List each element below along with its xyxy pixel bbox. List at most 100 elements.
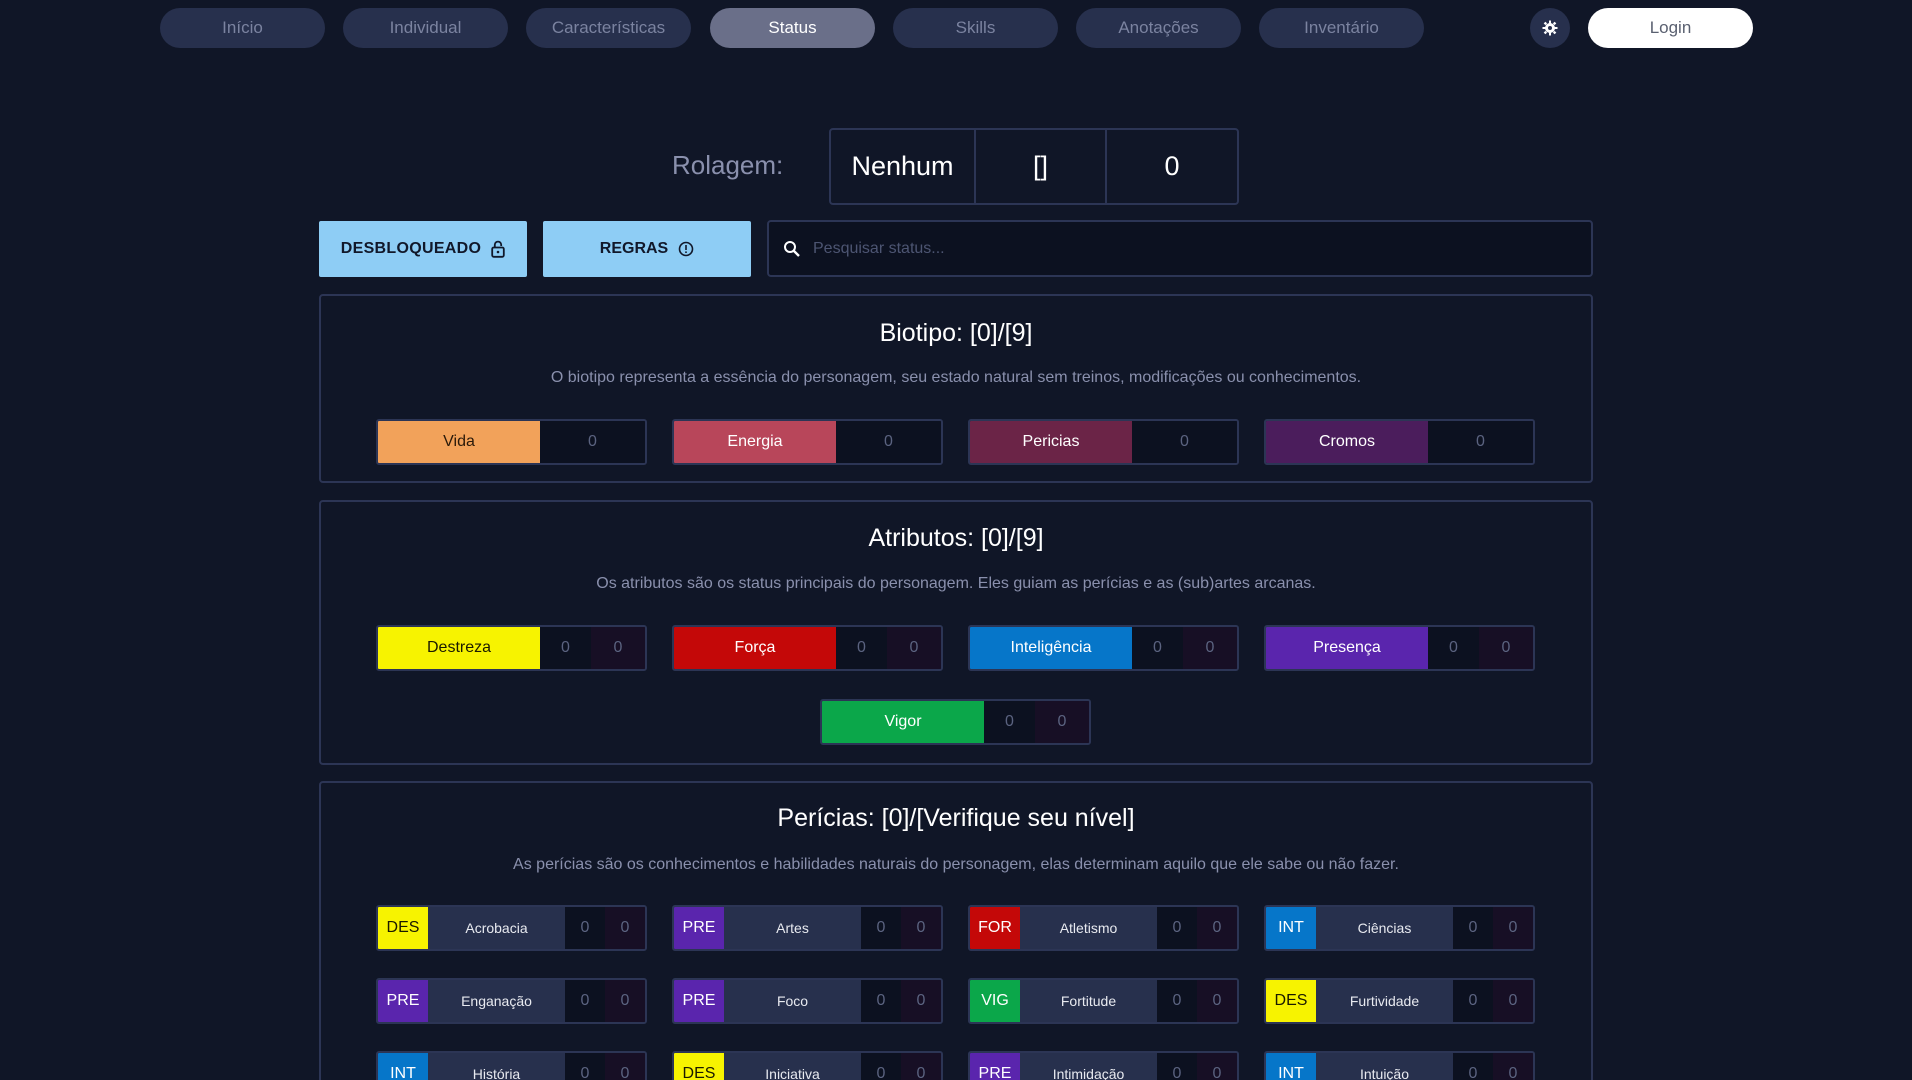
top-nav: Início Individual Características Status… <box>0 0 1912 56</box>
skill-bonus-input[interactable]: 0 <box>901 1053 941 1080</box>
skill-value-input[interactable]: 0 <box>1157 1053 1197 1080</box>
skill-enganacao: PRE Enganação 0 0 <box>376 978 647 1024</box>
login-button[interactable]: Login <box>1588 8 1753 48</box>
info-icon <box>678 241 694 257</box>
attribute-bonus-input[interactable]: 0 <box>1035 701 1089 743</box>
tab-inventario[interactable]: Inventário <box>1259 8 1424 48</box>
pericias-section: Perícias: [0]/[Verifique seu nível] As p… <box>319 781 1593 1080</box>
skill-bonus-input[interactable]: 0 <box>605 980 645 1022</box>
skill-name: Iniciativa <box>724 1053 861 1080</box>
skill-intuicao: INT Intuição 0 0 <box>1264 1051 1535 1080</box>
roll-dice: [] <box>976 130 1107 203</box>
tab-inicio[interactable]: Início <box>160 8 325 48</box>
stat-vida: Vida 0 <box>376 419 647 465</box>
attribute-label: Destreza <box>378 627 540 669</box>
skill-name: Fortitude <box>1020 980 1157 1022</box>
skill-attribute-tag: VIG <box>970 980 1020 1022</box>
attribute-bonus-input[interactable]: 0 <box>591 627 645 669</box>
skill-attribute-tag: PRE <box>674 907 724 949</box>
skill-ciencias: INT Ciências 0 0 <box>1264 905 1535 951</box>
skill-bonus-input[interactable]: 0 <box>605 1053 645 1080</box>
skill-value-input[interactable]: 0 <box>1453 1053 1493 1080</box>
biotipo-description: O biotipo representa a essência do perso… <box>550 369 1362 386</box>
skill-bonus-input[interactable]: 0 <box>1493 980 1533 1022</box>
skill-value-input[interactable]: 0 <box>861 1053 901 1080</box>
attribute-label: Força <box>674 627 836 669</box>
skill-value-input[interactable]: 0 <box>565 907 605 949</box>
skill-attribute-tag: INT <box>378 1053 428 1080</box>
roll-type: Nenhum <box>831 130 976 203</box>
skill-name: Artes <box>724 907 861 949</box>
skill-name: Acrobacia <box>428 907 565 949</box>
skill-attribute-tag: INT <box>1266 1053 1316 1080</box>
skill-bonus-input[interactable]: 0 <box>1197 980 1237 1022</box>
skill-attribute-tag: PRE <box>378 980 428 1022</box>
attribute-label: Presença <box>1266 627 1428 669</box>
skill-bonus-input[interactable]: 0 <box>1493 907 1533 949</box>
lock-toggle-button[interactable]: DESBLOQUEADO <box>319 221 527 277</box>
skill-bonus-input[interactable]: 0 <box>901 980 941 1022</box>
stat-label: Energia <box>674 421 836 463</box>
settings-button[interactable] <box>1530 8 1570 48</box>
attribute-value-input[interactable]: 0 <box>984 701 1035 743</box>
skill-name: Furtividade <box>1316 980 1453 1022</box>
stat-value-input[interactable]: 0 <box>540 421 645 463</box>
attribute-value-input[interactable]: 0 <box>1428 627 1479 669</box>
skill-value-input[interactable]: 0 <box>1453 980 1493 1022</box>
skill-name: Intuição <box>1316 1053 1453 1080</box>
skill-attribute-tag: DES <box>1266 980 1316 1022</box>
lock-button-label: DESBLOQUEADO <box>340 240 482 257</box>
skill-value-input[interactable]: 0 <box>1157 980 1197 1022</box>
skill-value-input[interactable]: 0 <box>1453 907 1493 949</box>
skill-value-input[interactable]: 0 <box>1157 907 1197 949</box>
skill-bonus-input[interactable]: 0 <box>1493 1053 1533 1080</box>
tab-individual[interactable]: Individual <box>343 8 508 48</box>
skill-attribute-tag: INT <box>1266 907 1316 949</box>
stat-value-input[interactable]: 0 <box>836 421 941 463</box>
stat-value-input[interactable]: 0 <box>1132 421 1237 463</box>
attribute-bonus-input[interactable]: 0 <box>887 627 941 669</box>
skill-artes: PRE Artes 0 0 <box>672 905 943 951</box>
skill-name: Foco <box>724 980 861 1022</box>
skill-name: Enganação <box>428 980 565 1022</box>
search-box[interactable] <box>767 220 1593 277</box>
skill-name: Ciências <box>1316 907 1453 949</box>
skill-bonus-input[interactable]: 0 <box>901 907 941 949</box>
skill-bonus-input[interactable]: 0 <box>1197 907 1237 949</box>
tab-skills[interactable]: Skills <box>893 8 1058 48</box>
rules-button[interactable]: REGRAS <box>543 221 751 277</box>
tab-anotacoes[interactable]: Anotações <box>1076 8 1241 48</box>
attribute-value-input[interactable]: 0 <box>836 627 887 669</box>
skill-bonus-input[interactable]: 0 <box>1197 1053 1237 1080</box>
atributos-description: Os atributos são os status principais do… <box>596 575 1316 592</box>
attribute-bonus-input[interactable]: 0 <box>1479 627 1533 669</box>
attribute-value-input[interactable]: 0 <box>1132 627 1183 669</box>
skill-name: História <box>428 1053 565 1080</box>
skill-atletismo: FOR Atletismo 0 0 <box>968 905 1239 951</box>
skill-value-input[interactable]: 0 <box>565 1053 605 1080</box>
atributos-title: Atributos: [0]/[9] <box>868 524 1044 552</box>
attribute-destreza: Destreza 0 0 <box>376 625 647 671</box>
skill-attribute-tag: PRE <box>674 980 724 1022</box>
pericias-description: As perícias são os conhecimentos e habil… <box>513 856 1399 873</box>
attribute-bonus-input[interactable]: 0 <box>1183 627 1237 669</box>
skill-value-input[interactable]: 0 <box>565 980 605 1022</box>
attribute-value-input[interactable]: 0 <box>540 627 591 669</box>
search-icon <box>784 240 800 257</box>
tab-status[interactable]: Status <box>710 8 875 48</box>
skill-bonus-input[interactable]: 0 <box>605 907 645 949</box>
search-input[interactable] <box>813 239 1513 258</box>
skill-fortitude: VIG Fortitude 0 0 <box>968 978 1239 1024</box>
attribute-inteligencia: Inteligência 0 0 <box>968 625 1239 671</box>
atributos-section: Atributos: [0]/[9] Os atributos são os s… <box>319 500 1593 765</box>
skill-value-input[interactable]: 0 <box>861 980 901 1022</box>
biotipo-title: Biotipo: [0]/[9] <box>879 319 1033 347</box>
stat-value-input[interactable]: 0 <box>1428 421 1533 463</box>
skill-value-input[interactable]: 0 <box>861 907 901 949</box>
roll-total: 0 <box>1164 151 1180 181</box>
rules-button-label: REGRAS <box>599 240 669 257</box>
stat-label: Cromos <box>1266 421 1428 463</box>
skill-acrobacia: DES Acrobacia 0 0 <box>376 905 647 951</box>
tab-caracteristicas[interactable]: Características <box>526 8 691 48</box>
stat-cromos: Cromos 0 <box>1264 419 1535 465</box>
